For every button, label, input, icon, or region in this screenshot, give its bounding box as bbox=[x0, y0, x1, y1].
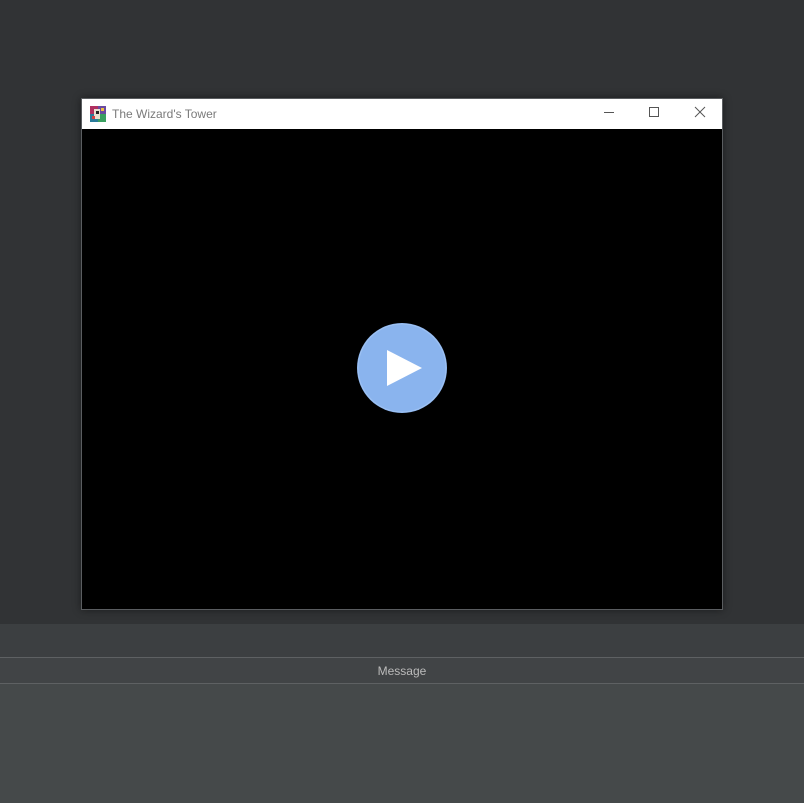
close-button[interactable] bbox=[677, 99, 722, 129]
wizard-tower-app-icon bbox=[90, 106, 106, 122]
minimize-button[interactable] bbox=[586, 99, 631, 129]
bottom-panel: Message bbox=[0, 624, 804, 803]
window-title: The Wizard's Tower bbox=[112, 107, 217, 121]
play-button[interactable] bbox=[357, 323, 447, 413]
maximize-button[interactable] bbox=[631, 99, 676, 129]
window-title-bar[interactable]: The Wizard's Tower bbox=[82, 99, 722, 129]
message-header-label: Message bbox=[377, 663, 427, 678]
play-icon bbox=[357, 323, 447, 413]
panel-toolbar-strip bbox=[0, 624, 804, 657]
game-window[interactable]: The Wizard's Tower bbox=[81, 98, 723, 610]
minimize-icon bbox=[603, 105, 615, 123]
game-canvas[interactable] bbox=[82, 129, 722, 609]
message-list[interactable] bbox=[0, 684, 804, 803]
message-column-header[interactable]: Message bbox=[0, 657, 804, 684]
maximize-icon bbox=[648, 105, 660, 123]
workspace-area: The Wizard's Tower bbox=[0, 0, 804, 624]
close-icon bbox=[694, 105, 706, 123]
